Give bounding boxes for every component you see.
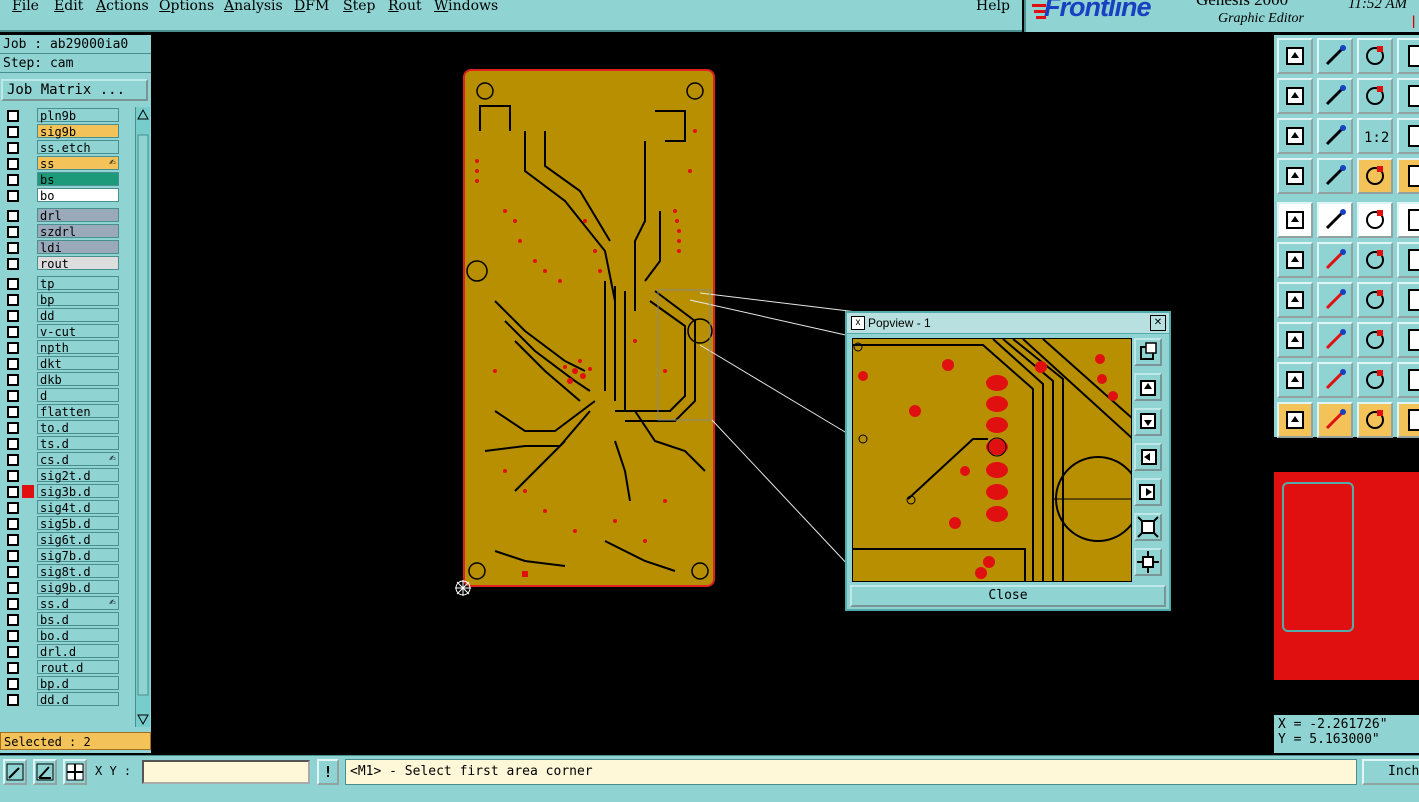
coordinate-readout: X = -2.261726" Y = 5.163000": [1274, 715, 1419, 753]
y-coordinate: Y = 5.163000": [1278, 732, 1380, 747]
center-icon[interactable]: [1317, 118, 1353, 154]
layers-icon[interactable]: [1277, 38, 1313, 74]
draw-line-icon[interactable]: [1277, 282, 1313, 318]
popview-close-button[interactable]: Close: [850, 585, 1166, 607]
xy-label: X Y :: [95, 764, 132, 778]
pan-left-icon[interactable]: [1277, 78, 1313, 114]
connect-icon[interactable]: [1357, 242, 1393, 278]
popview-pan-down-icon[interactable]: [1134, 408, 1162, 436]
popview-pan-up-icon[interactable]: [1134, 373, 1162, 401]
zoom-window-icon[interactable]: [1397, 78, 1419, 114]
pad-icon[interactable]: [1277, 202, 1313, 238]
line-icon[interactable]: [1317, 202, 1353, 238]
popview-zoom-view[interactable]: [852, 338, 1132, 582]
help-icon[interactable]: [1397, 118, 1419, 154]
selection-icon[interactable]: [1317, 38, 1353, 74]
popview-zoom-icon[interactable]: [1134, 338, 1162, 366]
pan-right-icon[interactable]: [1317, 78, 1353, 114]
units-button[interactable]: Inch: [1362, 759, 1419, 785]
polygon-edge-icon[interactable]: [1317, 362, 1353, 398]
pad-add-icon[interactable]: [1277, 322, 1313, 358]
snap-center-icon[interactable]: [3, 759, 27, 785]
snap-grid-icon[interactable]: [63, 759, 87, 785]
popview-window: x Popview - 1 ✕ Close: [845, 311, 1171, 611]
popview-artwork: [853, 339, 1131, 581]
xy-input[interactable]: [142, 760, 310, 784]
circle-icon[interactable]: [1397, 202, 1419, 238]
status-line: [0, 789, 1419, 802]
popview-leader-lines: [657, 289, 858, 568]
exclaim-button[interactable]: !: [317, 759, 339, 785]
draw-slash-icon[interactable]: [1317, 282, 1353, 318]
net-icon[interactable]: [1277, 242, 1313, 278]
fit-icon[interactable]: [1277, 118, 1313, 154]
settings-icon[interactable]: [1277, 158, 1313, 194]
snap-icon[interactable]: [1357, 158, 1393, 194]
bottom-toolbar: X Y : ! <M1> - Select first area corner …: [0, 755, 1419, 789]
popview-pan-left-icon[interactable]: [1134, 443, 1162, 471]
route-icon[interactable]: [1397, 158, 1419, 194]
home-icon[interactable]: [1357, 38, 1393, 74]
arc-icon[interactable]: [1357, 282, 1393, 318]
window-menu-icon[interactable]: x: [851, 316, 865, 330]
dimension-icon[interactable]: [1357, 322, 1393, 358]
cross-icon[interactable]: [1317, 242, 1353, 278]
pointer-circle-icon[interactable]: [1357, 402, 1393, 438]
popview-center-icon[interactable]: [1134, 548, 1162, 576]
overview-board-outline: [1282, 482, 1354, 632]
measure-icon[interactable]: [1357, 202, 1393, 238]
undo-zoom-icon[interactable]: [1357, 78, 1393, 114]
polygon-icon[interactable]: [1277, 362, 1313, 398]
step-icon[interactable]: [1397, 402, 1419, 438]
snap-angle-icon[interactable]: [33, 759, 57, 785]
bracket-icon[interactable]: [1397, 282, 1419, 318]
polygon-fill-icon[interactable]: [1357, 362, 1393, 398]
popview-fit-icon[interactable]: [1134, 513, 1162, 541]
command-prompt: <M1> - Select first area corner: [345, 759, 1357, 785]
via-icon[interactable]: [1397, 322, 1419, 358]
close-icon[interactable]: ✕: [1150, 315, 1166, 331]
pointer-icon[interactable]: [1277, 402, 1313, 438]
pointer-box-icon[interactable]: [1317, 402, 1353, 438]
x-coordinate: X = -2.261726": [1278, 717, 1388, 732]
node-icon[interactable]: [1397, 242, 1419, 278]
svg-text:1:2: 1:2: [1364, 130, 1389, 146]
popview-titlebar[interactable]: x Popview - 1 ✕: [847, 313, 1169, 334]
popview-title: Popview - 1: [868, 316, 931, 330]
popview-pan-right-icon[interactable]: [1134, 478, 1162, 506]
right-toolbar: 1:2: [1274, 35, 1419, 438]
scale-1-2-icon[interactable]: 1:2: [1357, 118, 1393, 154]
overview-map[interactable]: [1274, 472, 1419, 680]
polygon-slash-icon[interactable]: [1397, 362, 1419, 398]
line-add-icon[interactable]: [1317, 322, 1353, 358]
grid-icon[interactable]: [1317, 158, 1353, 194]
zoom-icon[interactable]: [1397, 38, 1419, 74]
